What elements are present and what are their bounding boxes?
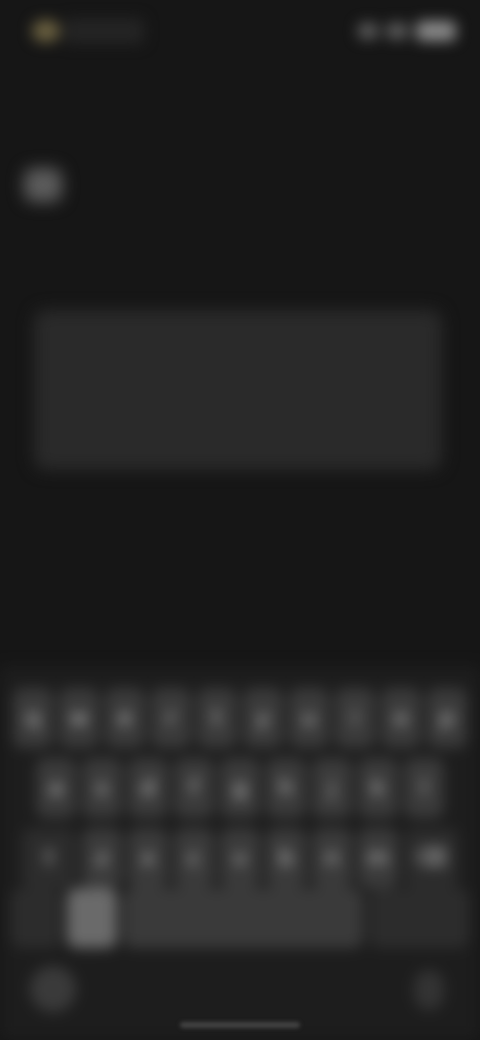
key-a[interactable]: a [36, 758, 76, 818]
keyboard: qwertyuiop asdfghjkl ⇧ z x c v b n m ⌫ [0, 666, 480, 1040]
key-q[interactable]: q [13, 688, 53, 748]
key-y[interactable]: y [243, 688, 283, 748]
status-bar [0, 0, 480, 64]
key-j[interactable]: j [312, 758, 352, 818]
key-w[interactable]: w [59, 688, 99, 748]
keyboard-row-4 [0, 888, 480, 948]
keyboard-row-3: ⇧ z x c v b n m ⌫ [0, 828, 480, 888]
space-key[interactable] [123, 888, 363, 948]
key-t[interactable]: t [197, 688, 237, 748]
key-i[interactable]: i [335, 688, 375, 748]
key-shift[interactable]: ⇧ [22, 828, 76, 888]
battery-icon [416, 21, 456, 41]
signal-icon [358, 23, 378, 39]
return-key[interactable] [369, 888, 469, 948]
key-u[interactable]: u [289, 688, 329, 748]
numbers-key[interactable] [11, 888, 61, 948]
key-h[interactable]: h [266, 758, 306, 818]
key-f[interactable]: f [174, 758, 214, 818]
key-n[interactable]: n [312, 828, 352, 888]
key-k[interactable]: k [358, 758, 398, 818]
wifi-icon [386, 23, 408, 39]
emoji-key[interactable] [67, 888, 117, 948]
mic-icon[interactable] [414, 970, 444, 1010]
key-v[interactable]: v [220, 828, 260, 888]
key-d[interactable]: d [128, 758, 168, 818]
key-c[interactable]: c [174, 828, 214, 888]
status-indicators [356, 18, 456, 44]
key-g[interactable]: g [220, 758, 260, 818]
globe-icon[interactable] [30, 966, 76, 1012]
text-input-box[interactable] [34, 310, 442, 470]
page-content [0, 140, 480, 500]
key-l[interactable]: l [404, 758, 444, 818]
key-z[interactable]: z [82, 828, 122, 888]
key-e[interactable]: e [105, 688, 145, 748]
status-dot-icon [32, 20, 60, 42]
key-p[interactable]: p [427, 688, 467, 748]
app-icon [24, 168, 62, 202]
key-x[interactable]: x [128, 828, 168, 888]
keyboard-row-2: asdfghjkl [0, 758, 480, 818]
keyboard-row-1: qwertyuiop [0, 688, 480, 748]
status-time [64, 18, 144, 44]
home-indicator [180, 1022, 300, 1028]
key-r[interactable]: r [151, 688, 191, 748]
key-s[interactable]: s [82, 758, 122, 818]
key-o[interactable]: o [381, 688, 421, 748]
key-b[interactable]: b [266, 828, 306, 888]
key-backspace[interactable]: ⌫ [404, 828, 458, 888]
key-m[interactable]: m [358, 828, 398, 888]
